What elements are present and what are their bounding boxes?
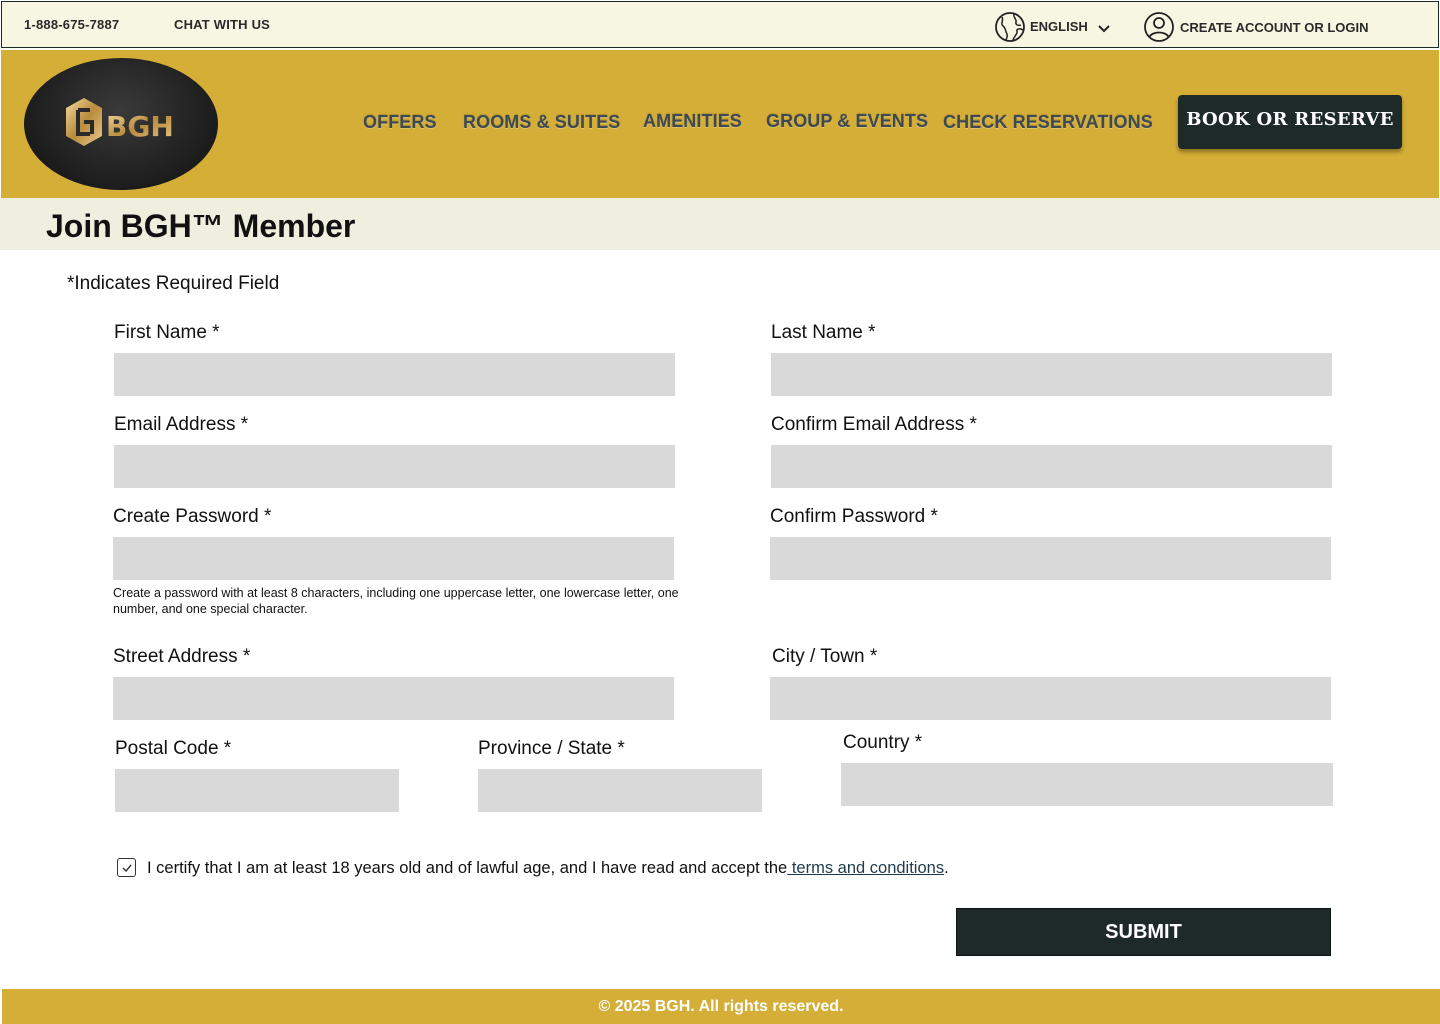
svg-text:BGH: BGH: [106, 110, 174, 143]
language-selector[interactable]: ENGLISH: [1030, 19, 1088, 34]
email-input[interactable]: [114, 445, 675, 488]
create-password-label: Create Password *: [113, 506, 272, 527]
nav-check-reservations[interactable]: CHECK RESERVATIONS: [943, 112, 1153, 133]
nav-offers[interactable]: OFFERS: [363, 112, 437, 133]
page-title: Join BGH™ Member: [46, 208, 356, 244]
bgh-logo-mark-icon: BGH: [66, 98, 174, 146]
create-account-login-link[interactable]: CREATE ACCOUNT OR LOGIN: [1180, 20, 1369, 35]
top-utility-bar: 1-888-675-7887 CHAT WITH US ENGLISH CREA…: [1, 1, 1439, 48]
title-band: Join BGH™ Member: [0, 198, 1440, 250]
phone-link[interactable]: 1-888-675-7887: [24, 17, 119, 32]
create-password-input[interactable]: [113, 537, 674, 580]
bgh-logo[interactable]: BGH: [24, 58, 218, 190]
copyright-text: © 2025 BGH. All rights reserved.: [598, 998, 844, 1015]
first-name-label: First Name *: [114, 322, 220, 343]
confirm-password-input[interactable]: [770, 537, 1331, 580]
country-input[interactable]: [841, 763, 1333, 806]
confirm-email-input[interactable]: [771, 445, 1332, 488]
street-address-label: Street Address *: [113, 646, 251, 667]
postal-code-input[interactable]: [115, 769, 399, 812]
submit-button[interactable]: SUBMIT: [956, 908, 1331, 956]
nav-group-events[interactable]: GROUP & EVENTS: [766, 111, 928, 132]
chevron-down-icon[interactable]: [1096, 23, 1112, 35]
nav-amenities[interactable]: AMENITIES: [643, 111, 742, 132]
street-address-input[interactable]: [113, 677, 674, 720]
certify-period: .: [944, 859, 949, 877]
province-state-label: Province / State *: [478, 738, 625, 759]
confirm-email-label: Confirm Email Address *: [771, 414, 977, 435]
user-account-icon[interactable]: [1143, 11, 1175, 43]
last-name-label: Last Name *: [771, 322, 876, 343]
terms-and-conditions-link[interactable]: terms and conditions: [787, 859, 944, 877]
required-field-note: *Indicates Required Field: [67, 273, 280, 294]
city-town-label: City / Town *: [772, 646, 878, 667]
nav-rooms-suites[interactable]: ROOMS & SUITES: [463, 112, 620, 133]
globe-icon[interactable]: [994, 11, 1026, 43]
confirm-password-label: Confirm Password *: [770, 506, 938, 527]
password-hint: Create a password with at least 8 charac…: [113, 586, 679, 616]
city-town-input[interactable]: [770, 677, 1331, 720]
main-header: BGH OFFERS ROOMS & SUITES AMENITIES GROU…: [1, 50, 1439, 198]
check-icon: [122, 864, 132, 872]
book-or-reserve-button[interactable]: BOOK OR RESERVE: [1178, 95, 1402, 149]
last-name-input[interactable]: [771, 353, 1332, 396]
country-label: Country *: [843, 732, 923, 753]
footer: © 2025 BGH. All rights reserved.: [2, 989, 1440, 1024]
first-name-input[interactable]: [114, 353, 675, 396]
certify-text: I certify that I am at least 18 years ol…: [147, 859, 788, 877]
email-label: Email Address *: [114, 414, 249, 435]
certify-statement: I certify that I am at least 18 years ol…: [147, 859, 949, 878]
province-state-input[interactable]: [478, 769, 762, 812]
postal-code-label: Postal Code *: [115, 738, 232, 759]
chat-link[interactable]: CHAT WITH US: [174, 17, 270, 32]
certify-checkbox[interactable]: [117, 858, 136, 877]
